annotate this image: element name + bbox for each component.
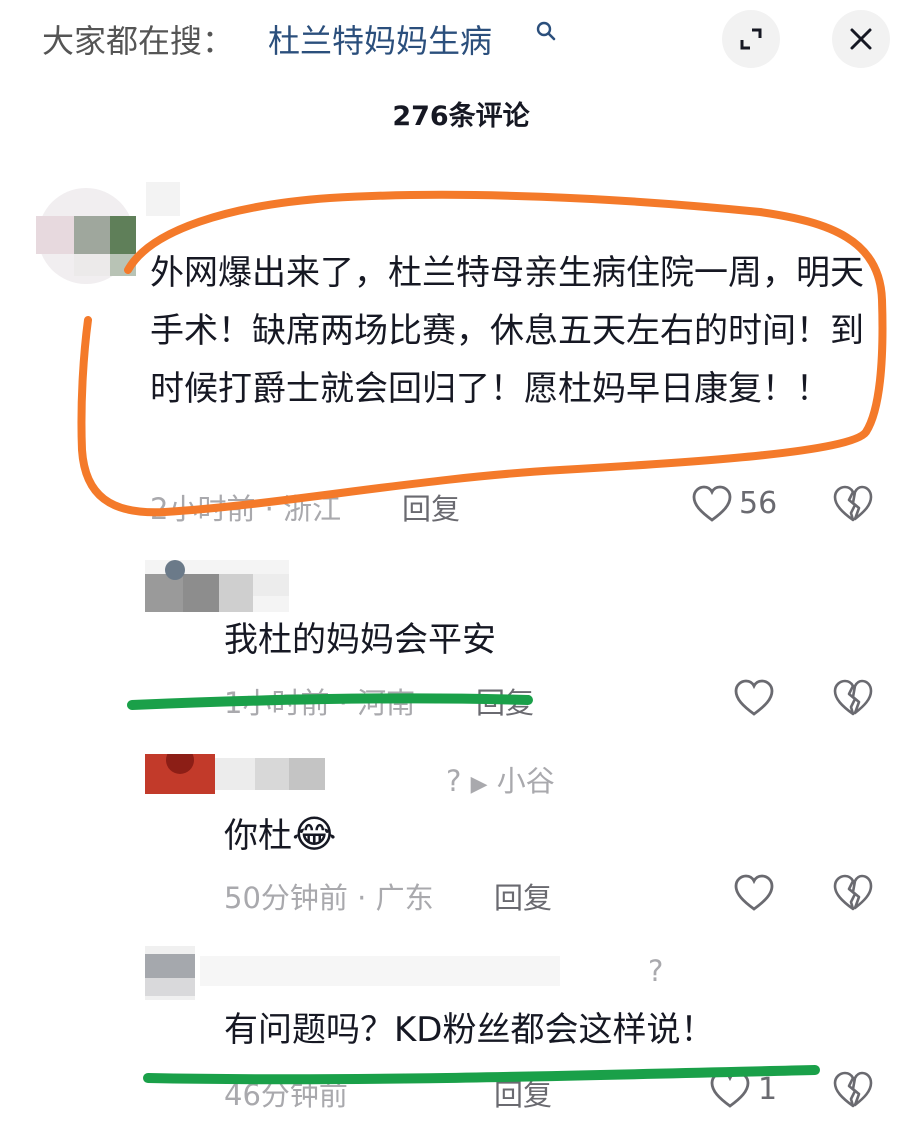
- broken-heart-icon: [833, 679, 873, 716]
- like-button[interactable]: [691, 484, 733, 524]
- reply-location: 广东: [375, 881, 434, 915]
- heart-outline-icon: [734, 874, 774, 911]
- comment-time: 2小时前 · 浙江: [150, 492, 342, 526]
- like-button[interactable]: [733, 873, 775, 913]
- avatar[interactable]: [145, 560, 289, 612]
- avatar[interactable]: [145, 946, 195, 1000]
- close-button[interactable]: [832, 10, 890, 68]
- reply-text: 我杜的妈妈会平安: [224, 620, 496, 660]
- comment-location: 浙江: [283, 492, 342, 526]
- username-redacted[interactable]: [200, 956, 560, 986]
- like-count: 56: [739, 486, 778, 521]
- reply-button[interactable]: 回复: [476, 680, 534, 722]
- play-arrow-icon: ▶: [470, 772, 488, 797]
- heart-outline-icon: [734, 679, 774, 716]
- broken-heart-icon: [833, 485, 873, 522]
- like-button[interactable]: [733, 678, 775, 718]
- dislike-button[interactable]: [832, 1070, 874, 1110]
- username-redacted[interactable]: [146, 182, 180, 216]
- like-button[interactable]: [709, 1070, 751, 1110]
- top-bar: 大家都在搜： 杜兰特妈妈生病: [0, 0, 922, 80]
- question-glyph: ?: [446, 764, 462, 798]
- reply-location: 河南: [357, 686, 416, 720]
- laughing-crying-emoji: 😂: [292, 812, 337, 856]
- reply-to-username[interactable]: 小谷: [497, 764, 555, 798]
- comment-text: 外网爆出来了，杜兰特母亲生病住院一周，明天手术！缺席两场比赛，休息五天左右的时间…: [150, 253, 864, 409]
- broken-heart-icon: [833, 1071, 873, 1108]
- reply-time: 50分钟前 · 广东: [224, 881, 434, 915]
- search-suggestion-prefix: 大家都在搜：: [42, 22, 235, 60]
- reply-button[interactable]: 回复: [494, 1072, 552, 1114]
- reply-to-label: ? ▶ 小谷: [446, 758, 555, 800]
- comment-count-title: 276条评论: [392, 101, 530, 132]
- annotation-overlay: [77, 190, 887, 1085]
- search-icon[interactable]: [535, 20, 557, 42]
- avatar[interactable]: [36, 186, 136, 286]
- heart-outline-icon: [710, 1071, 750, 1108]
- search-suggestion-link[interactable]: 杜兰特妈妈生病: [268, 16, 492, 62]
- reply-time: 1小时前 · 河南: [224, 686, 416, 720]
- heart-outline-icon: [692, 485, 732, 522]
- expand-button[interactable]: [722, 10, 780, 68]
- reply-button[interactable]: 回复: [402, 486, 460, 528]
- question-glyph: ?: [648, 954, 664, 988]
- dislike-button[interactable]: [832, 873, 874, 913]
- reply-text: 你杜😂: [224, 812, 337, 856]
- avatar[interactable]: [145, 754, 325, 794]
- like-count: 1: [758, 1072, 778, 1107]
- reply-text: 有问题吗？KD粉丝都会这样说！: [224, 1010, 715, 1050]
- reply-button[interactable]: 回复: [494, 875, 552, 917]
- broken-heart-icon: [833, 874, 873, 911]
- expand-icon: [740, 28, 762, 50]
- dislike-button[interactable]: [832, 484, 874, 524]
- dislike-button[interactable]: [832, 678, 874, 718]
- close-icon: [850, 28, 872, 50]
- reply-time: 46分钟前: [224, 1078, 348, 1112]
